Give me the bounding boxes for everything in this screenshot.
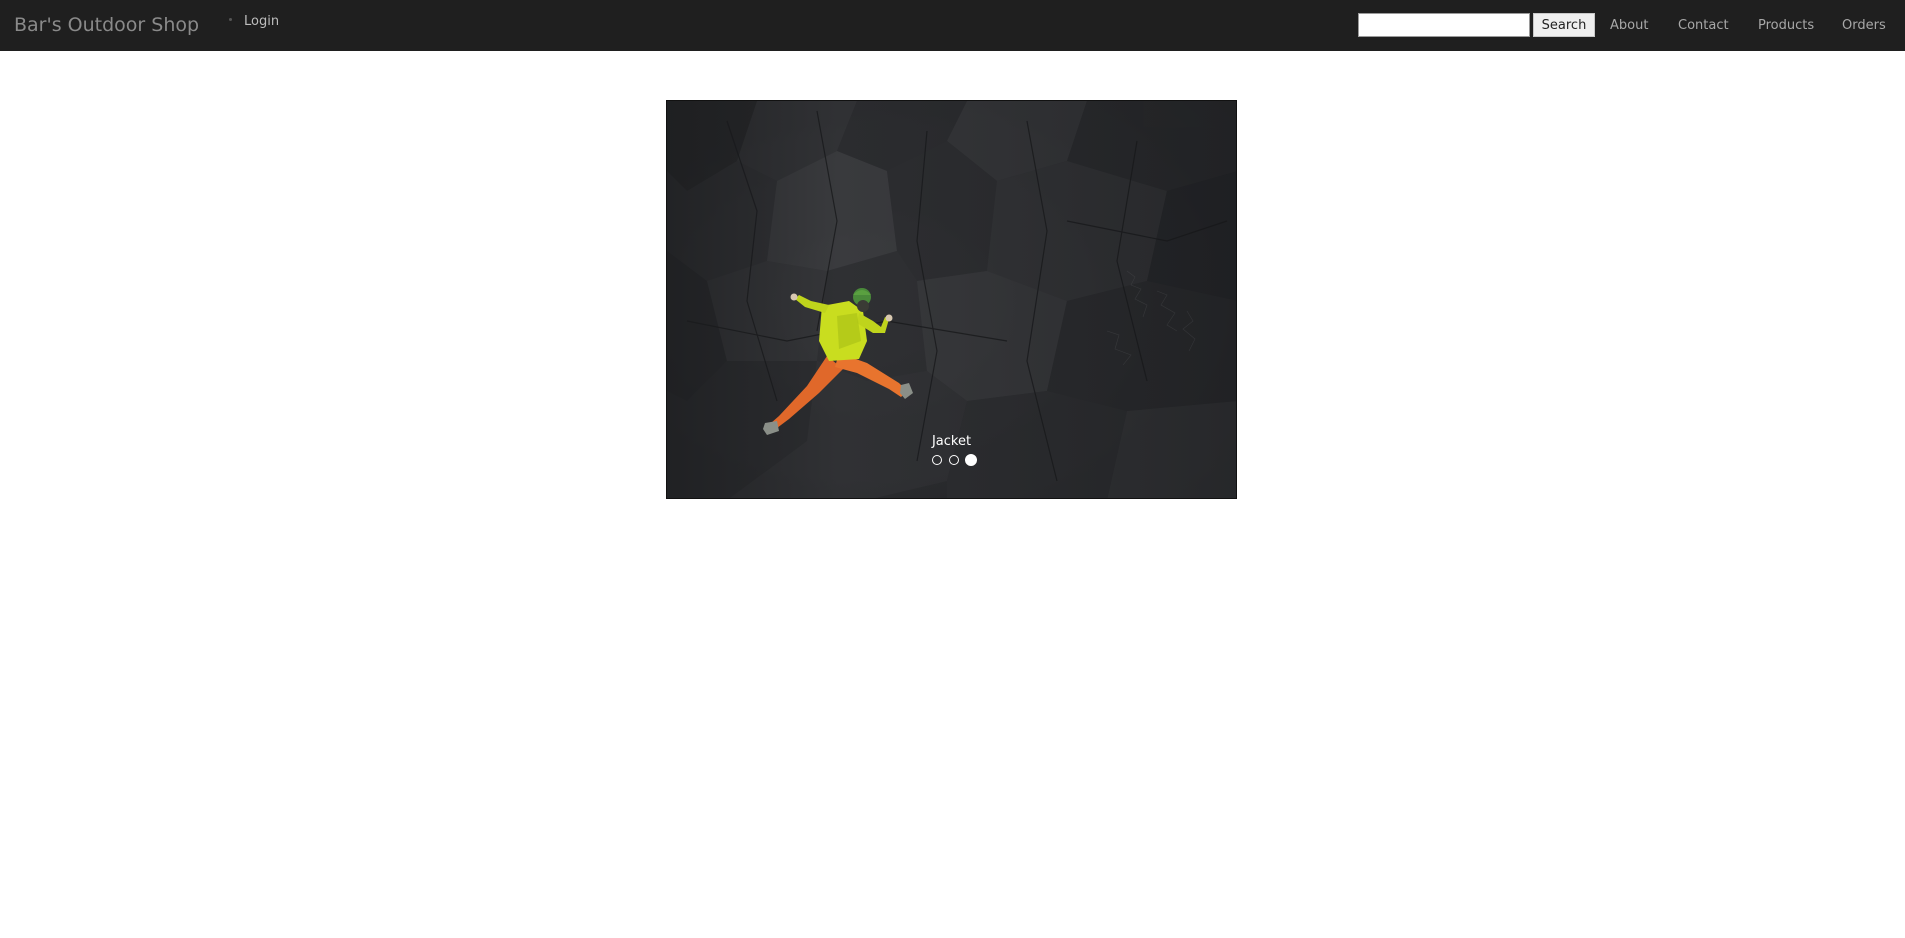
search-input[interactable] <box>1358 13 1530 37</box>
carousel-indicator-1[interactable] <box>932 455 942 465</box>
product-carousel[interactable]: Jacket <box>666 100 1237 499</box>
carousel-caption: Jacket <box>931 434 972 449</box>
login-link[interactable]: Login <box>229 14 279 29</box>
carousel-indicator-2[interactable] <box>949 455 959 465</box>
brand-link[interactable]: Bar's Outdoor Shop <box>14 14 199 36</box>
carousel-indicator-3[interactable] <box>965 454 977 466</box>
nav-products-link[interactable]: Products <box>1758 18 1814 33</box>
login-label: Login <box>244 14 280 29</box>
nav-contact-link[interactable]: Contact <box>1678 18 1729 33</box>
bullet-icon <box>229 18 232 21</box>
top-navbar: Bar's Outdoor Shop Login Search About Co… <box>0 0 1905 51</box>
nav-about-link[interactable]: About <box>1610 18 1648 33</box>
search-button[interactable]: Search <box>1533 13 1595 37</box>
carousel-indicators <box>929 454 979 468</box>
nav-orders-link[interactable]: Orders <box>1842 18 1886 33</box>
